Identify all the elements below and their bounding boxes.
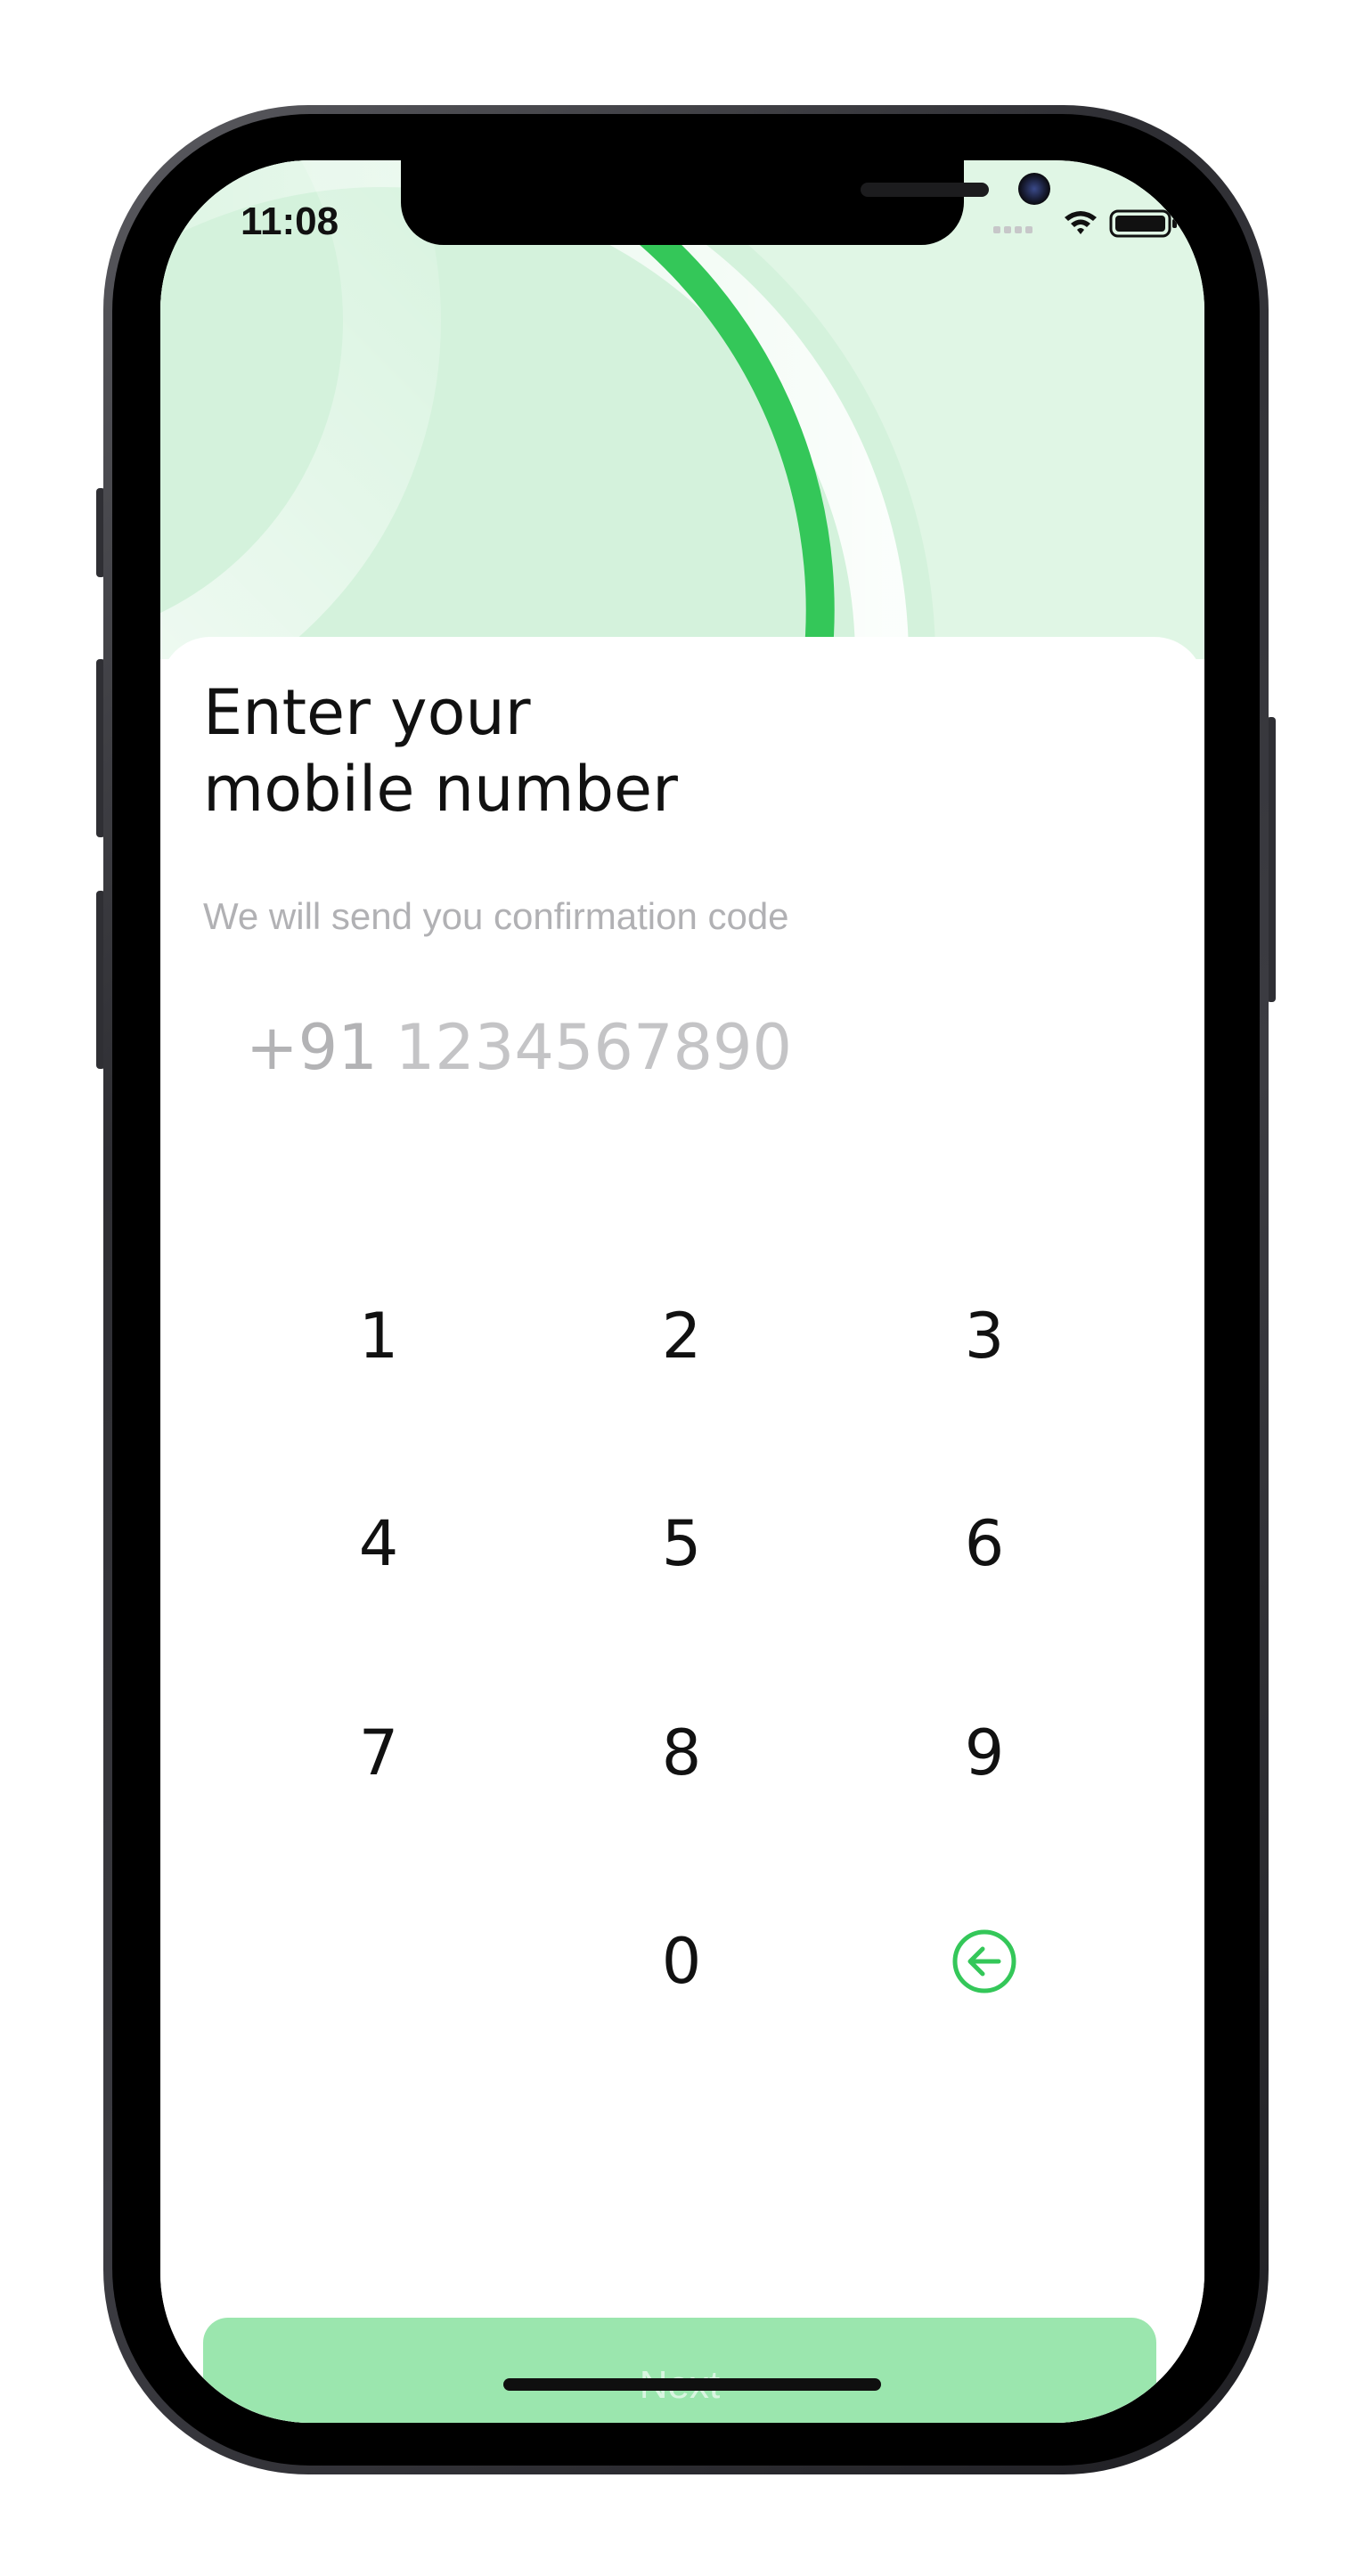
- key-6[interactable]: 6: [869, 1463, 1100, 1624]
- backspace-arrow-left-icon: [952, 1929, 1016, 1993]
- home-indicator[interactable]: [503, 2378, 881, 2391]
- key-5[interactable]: 5: [566, 1463, 797, 1624]
- login-sheet: Enter your mobile number We will send yo…: [160, 637, 1204, 2423]
- key-1[interactable]: 1: [263, 1256, 494, 1416]
- key-9[interactable]: 9: [869, 1673, 1100, 1833]
- backspace-button[interactable]: [869, 1881, 1100, 2042]
- key-0[interactable]: 0: [566, 1881, 797, 2042]
- wifi-icon: [1065, 211, 1097, 234]
- key-7[interactable]: 7: [263, 1673, 494, 1833]
- numeric-keypad: 1 2 3 4 5 6 7 8 9 0: [160, 637, 1204, 2423]
- key-2[interactable]: 2: [566, 1256, 797, 1416]
- notch: [401, 160, 1050, 245]
- status-icons: [993, 207, 1189, 242]
- signal-icon: [993, 226, 1032, 233]
- status-time: 11:08: [241, 200, 339, 243]
- battery-icon: [1109, 209, 1177, 238]
- front-camera: [1018, 173, 1050, 205]
- speaker-grille: [861, 183, 989, 197]
- device-mockup: 11:08 Enter your mobile number We will s…: [0, 0, 1363, 2576]
- key-3[interactable]: 3: [869, 1256, 1100, 1416]
- key-8[interactable]: 8: [566, 1673, 797, 1833]
- phone-screen: 11:08 Enter your mobile number We will s…: [160, 160, 1204, 2423]
- key-4[interactable]: 4: [263, 1463, 494, 1624]
- next-button[interactable]: Next: [203, 2318, 1156, 2423]
